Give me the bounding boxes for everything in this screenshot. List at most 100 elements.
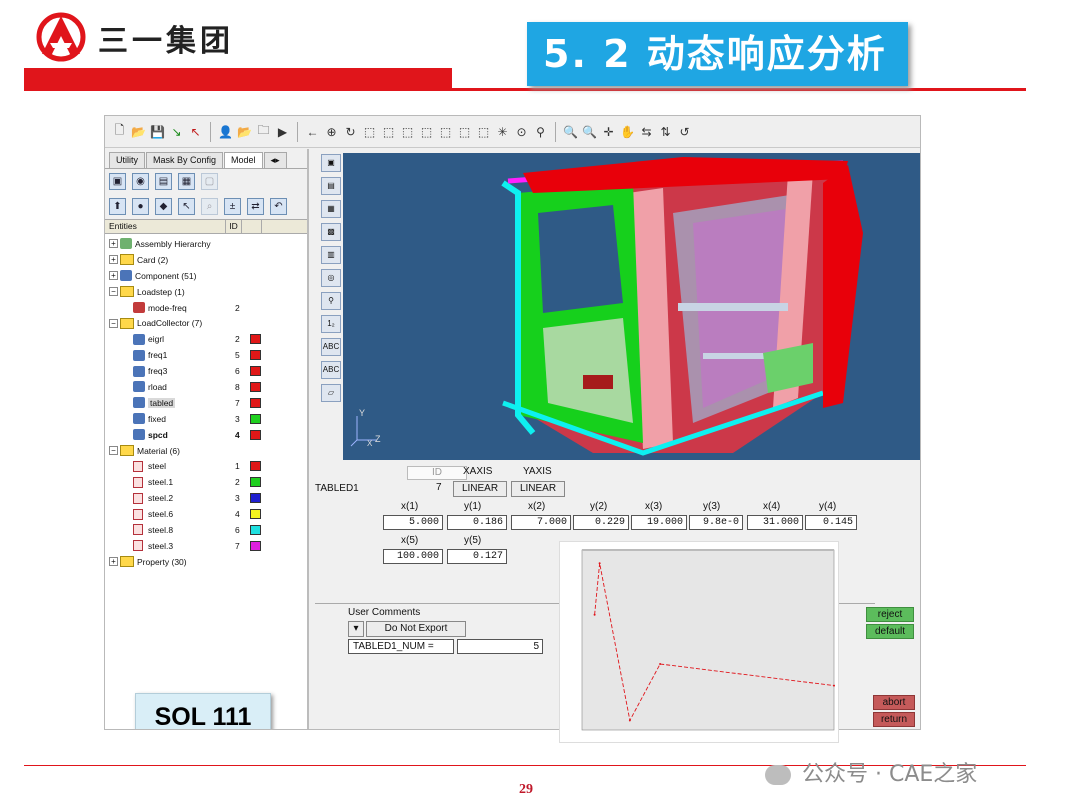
tree-item-fixed[interactable]: fixed 3: [105, 411, 307, 427]
import-icon[interactable]: ↘: [168, 123, 185, 140]
tab-mask-by-config[interactable]: Mask By Config: [146, 152, 224, 168]
yaxis-selector[interactable]: LINEAR: [511, 481, 565, 497]
wireframe-icon[interactable]: ▥: [321, 246, 341, 264]
tree-item-material[interactable]: − Material (6): [105, 443, 307, 459]
x2-field[interactable]: 7.000: [511, 515, 571, 530]
color-swatch[interactable]: [250, 493, 261, 504]
rotate-y-icon[interactable]: ⇅: [657, 123, 674, 140]
default-button[interactable]: default: [866, 624, 914, 639]
collapse-toggle-icon[interactable]: −: [109, 287, 118, 297]
export-icon[interactable]: ↖: [187, 123, 204, 140]
color-swatch[interactable]: [250, 461, 261, 472]
new-file-icon[interactable]: 🗋: [111, 123, 128, 140]
tree-item-property[interactable]: + Property (30): [105, 554, 307, 570]
export-dropdown-arrow[interactable]: ▾: [348, 621, 364, 637]
tree-item-freq1[interactable]: freq1 5: [105, 347, 307, 363]
tree-item-steel[interactable]: steel 1: [105, 458, 307, 474]
user-icon[interactable]: 👤: [217, 123, 234, 140]
y3-field[interactable]: 9.8e-0: [689, 515, 743, 530]
plane-icon[interactable]: ▱: [321, 384, 341, 402]
binoculars-icon[interactable]: ⚲: [532, 123, 549, 140]
tree-item-steel-2[interactable]: steel.2 3: [105, 490, 307, 506]
expand-icon[interactable]: ⬆: [109, 198, 126, 215]
component-view-icon[interactable]: ◉: [132, 173, 149, 190]
find-icon[interactable]: ⌕: [201, 198, 218, 215]
center-icon[interactable]: ✛: [600, 123, 617, 140]
collapse-toggle-icon[interactable]: −: [109, 446, 118, 456]
open-model-icon[interactable]: 📂: [236, 123, 253, 140]
label-abc-icon[interactable]: ABC: [321, 338, 341, 356]
reject-button[interactable]: reject: [866, 607, 914, 622]
expand-toggle-icon[interactable]: +: [109, 271, 118, 281]
unmask-icon[interactable]: ▤: [321, 177, 341, 195]
return-button[interactable]: return: [873, 712, 915, 727]
zoom-out-icon[interactable]: 🔍: [581, 123, 598, 140]
tree-item-steel-3[interactable]: steel.3 7: [105, 538, 307, 554]
plus-minus-icon[interactable]: ±: [224, 198, 241, 215]
numbering-icon[interactable]: 1₂: [321, 315, 341, 333]
y5-field[interactable]: 0.127: [447, 549, 507, 564]
view-back-icon[interactable]: ⬚: [380, 123, 397, 140]
tree-item-steel-8[interactable]: steel.8 6: [105, 522, 307, 538]
folder-tree-icon[interactable]: 🗀: [255, 123, 272, 140]
rotate-icon[interactable]: ↻: [342, 123, 359, 140]
run-icon[interactable]: ▶: [274, 123, 291, 140]
tree-item-mode-freq[interactable]: mode-freq 2: [105, 300, 307, 316]
include-view-icon[interactable]: ▤: [155, 173, 172, 190]
color-swatch[interactable]: [250, 397, 261, 408]
entity-view-icon[interactable]: ▣: [109, 173, 126, 190]
color-column-icon[interactable]: [242, 219, 262, 234]
tree-item-steel-1[interactable]: steel.1 2: [105, 474, 307, 490]
color-swatch[interactable]: [250, 334, 261, 345]
open-folder-icon[interactable]: 📂: [130, 123, 147, 140]
show-icon[interactable]: ●: [132, 198, 149, 215]
tree-item-loadcollector[interactable]: − LoadCollector (7): [105, 315, 307, 331]
color-swatch[interactable]: [250, 366, 261, 377]
select-cursor-icon[interactable]: ↖: [178, 198, 195, 215]
view-front-icon[interactable]: ⬚: [361, 123, 378, 140]
tree-item-tabled[interactable]: tabled 7: [105, 395, 307, 411]
color-swatch[interactable]: [250, 540, 261, 551]
rotate-x-icon[interactable]: ⇆: [638, 123, 655, 140]
color-swatch[interactable]: [250, 413, 261, 424]
tab-model[interactable]: Model: [224, 152, 263, 168]
abort-button[interactable]: abort: [873, 695, 915, 710]
shaded-icon[interactable]: ▩: [321, 223, 341, 241]
tree-item-assembly-hierarchy[interactable]: + Assembly Hierarchy: [105, 236, 307, 252]
fit-icon[interactable]: ⊙: [513, 123, 530, 140]
back-arrow-icon[interactable]: ←: [304, 123, 321, 140]
reverse-icon[interactable]: ⇄: [247, 198, 264, 215]
tree-item-card[interactable]: + Card (2): [105, 252, 307, 268]
x1-field[interactable]: 5.000: [383, 515, 443, 530]
tree-item-loadstep[interactable]: − Loadstep (1): [105, 284, 307, 300]
collapse-toggle-icon[interactable]: −: [109, 318, 118, 328]
rotate-z-icon[interactable]: ↺: [676, 123, 693, 140]
expand-toggle-icon[interactable]: +: [109, 557, 118, 567]
tree-item-freq3[interactable]: freq3 6: [105, 363, 307, 379]
zoom-in-icon[interactable]: 🔍: [562, 123, 579, 140]
graphics-viewport[interactable]: Y Z X: [343, 153, 920, 460]
mask-icon[interactable]: ▣: [321, 154, 341, 172]
color-swatch[interactable]: [250, 524, 261, 535]
view-left-icon[interactable]: ⬚: [399, 123, 416, 140]
id-column[interactable]: ID: [226, 219, 242, 234]
tree-item-eigrl[interactable]: eigrl 2: [105, 331, 307, 347]
view-axis-icon[interactable]: ✳: [494, 123, 511, 140]
y4-field[interactable]: 0.145: [805, 515, 857, 530]
display-icon[interactable]: ▦: [321, 200, 341, 218]
x4-field[interactable]: 31.000: [747, 515, 803, 530]
zoom-icon[interactable]: ⊕: [323, 123, 340, 140]
expand-toggle-icon[interactable]: +: [109, 255, 118, 265]
tabled1-num-field[interactable]: 5: [457, 639, 543, 654]
solver-view-icon[interactable]: ▢: [201, 173, 218, 190]
view-bottom-icon[interactable]: ⬚: [475, 123, 492, 140]
tree-item-spcd[interactable]: spcd 4: [105, 427, 307, 443]
pan-hand-icon[interactable]: ✋: [619, 123, 636, 140]
save-icon[interactable]: 💾: [149, 123, 166, 140]
export-option-selector[interactable]: Do Not Export: [366, 621, 466, 637]
config-view-icon[interactable]: ▦: [178, 173, 195, 190]
binoculars-find-icon[interactable]: ⚲: [321, 292, 341, 310]
view-top-icon[interactable]: ⬚: [437, 123, 454, 140]
color-swatch[interactable]: [250, 381, 261, 392]
tree-item-rload[interactable]: rload 8: [105, 379, 307, 395]
